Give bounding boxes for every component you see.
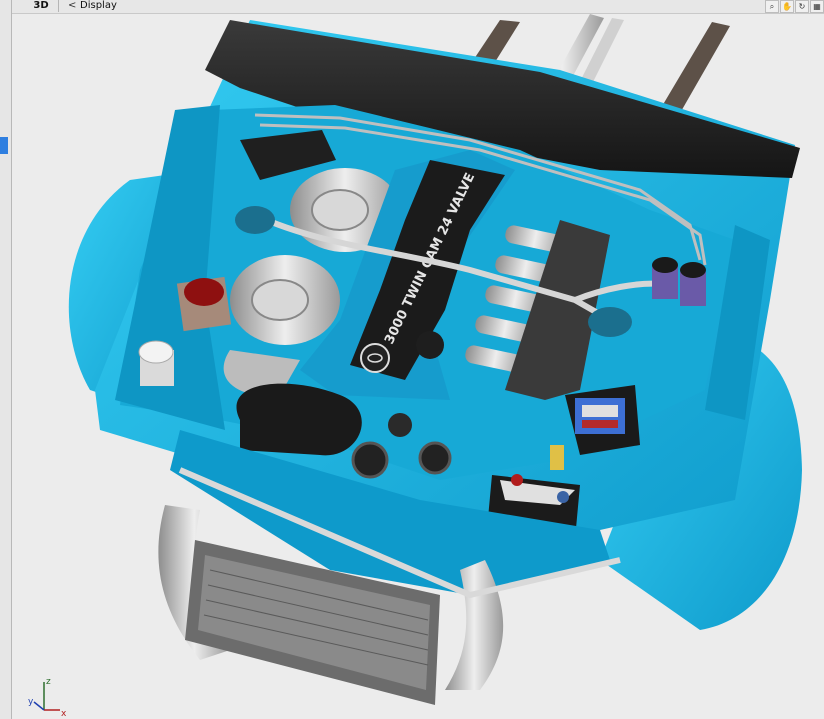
view-tools: ⌕ ✋ ↻ ▦: [765, 0, 824, 13]
axis-gizmo: z x y: [28, 677, 66, 718]
3d-viewport[interactable]: 3000 TWIN CAM 24 VALVE z x y: [12, 14, 824, 719]
back-arrow-icon[interactable]: <: [68, 0, 76, 12]
zoom-icon[interactable]: ⌕: [765, 0, 779, 13]
right-strut-top: [588, 307, 632, 337]
left-panel-strip: [0, 0, 12, 719]
select-icon[interactable]: ▦: [810, 0, 824, 13]
selection-marker[interactable]: [0, 137, 8, 154]
rotate-icon[interactable]: ↻: [795, 0, 809, 13]
axis-y-label: y: [28, 697, 34, 707]
viewport-toolbar: 3D < Display ⌕ ✋ ↻ ▦: [12, 0, 824, 14]
axis-x-label: x: [61, 709, 66, 718]
pan-hand-icon[interactable]: ✋: [780, 0, 794, 13]
view-tab-3d[interactable]: 3D: [24, 0, 59, 12]
left-strut-top: [235, 206, 275, 234]
display-menu[interactable]: Display: [80, 0, 117, 12]
axis-z-label: z: [46, 677, 51, 687]
car-engine-bay-render: 3000 TWIN CAM 24 VALVE: [68, 14, 802, 705]
